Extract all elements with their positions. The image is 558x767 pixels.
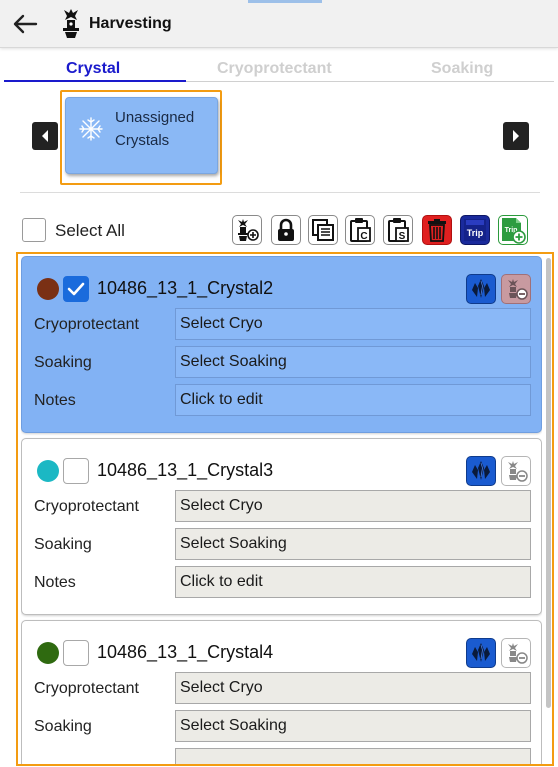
soaking-label: Soaking bbox=[34, 354, 92, 371]
crystal-color-dot bbox=[37, 460, 59, 482]
app-header: Harvesting bbox=[0, 0, 558, 48]
puck-label-line2: Crystals bbox=[115, 132, 170, 149]
svg-text:S: S bbox=[399, 231, 406, 242]
add-harvest-button[interactable] bbox=[232, 215, 262, 245]
tab-cryoprotectant[interactable]: Cryoprotectant bbox=[217, 60, 332, 78]
add-trip-icon: Trip bbox=[502, 218, 526, 244]
clipboard-c-icon: C bbox=[350, 218, 371, 242]
tab-divider bbox=[186, 81, 554, 82]
copy-stack-icon bbox=[312, 219, 334, 241]
crystal-cluster-icon bbox=[472, 461, 490, 480]
caret-right-icon bbox=[513, 130, 519, 142]
unassign-harvest-icon bbox=[508, 643, 528, 664]
harvest-tool-icon bbox=[58, 8, 84, 40]
crystal-checkbox[interactable] bbox=[63, 458, 89, 484]
crystal-name: 10486_13_1_Crystal2 bbox=[97, 278, 274, 298]
trip-button[interactable]: Trip bbox=[460, 215, 490, 245]
cryoprotectant-select[interactable]: Select Cryo bbox=[175, 308, 531, 340]
lock-button[interactable] bbox=[271, 215, 301, 245]
cryoprotectant-label: Cryoprotectant bbox=[34, 316, 139, 333]
crystal-card[interactable]: 10486_13_1_Crystal4 Cryoprotectant Selec… bbox=[21, 620, 542, 764]
notes-field[interactable]: Click to edit bbox=[175, 384, 531, 416]
clipboard-s-button[interactable]: S bbox=[383, 215, 413, 245]
unassign-button[interactable] bbox=[501, 456, 531, 486]
soaking-select[interactable]: Select Soaking bbox=[175, 346, 531, 378]
cryoprotectant-select[interactable]: Select Cryo bbox=[175, 672, 531, 704]
trash-icon bbox=[428, 219, 446, 242]
trip-label: Trip bbox=[467, 228, 484, 238]
cryoprotectant-label: Cryoprotectant bbox=[34, 498, 139, 515]
back-button[interactable] bbox=[10, 10, 40, 38]
clipboard-s-icon: S bbox=[388, 218, 409, 242]
crystal-name: 10486_13_1_Crystal3 bbox=[97, 460, 274, 480]
crystal-cluster-icon bbox=[472, 279, 490, 298]
snowflake-icon bbox=[79, 117, 103, 141]
list-scrollbar[interactable] bbox=[546, 258, 551, 708]
notes-label: Notes bbox=[34, 574, 76, 591]
crystal-checkbox[interactable] bbox=[63, 276, 89, 302]
puck-label: Unassigned Crystals bbox=[115, 106, 215, 152]
arrow-left-icon bbox=[13, 14, 38, 34]
notes-field[interactable]: Click to edit bbox=[175, 566, 531, 598]
delete-button[interactable] bbox=[422, 215, 452, 245]
page-title: Harvesting bbox=[89, 15, 172, 32]
soaking-label: Soaking bbox=[34, 718, 92, 735]
crystal-list: 10486_13_1_Crystal2 Cryoprotectant Selec… bbox=[21, 256, 542, 764]
tab-soaking[interactable]: Soaking bbox=[431, 60, 493, 78]
view-crystal-button[interactable] bbox=[466, 456, 496, 486]
active-tab-indicator bbox=[4, 80, 186, 82]
trip-icon: Trip bbox=[464, 219, 486, 241]
lock-icon bbox=[278, 218, 294, 241]
checkmark-icon bbox=[67, 282, 85, 296]
copy-stack-button[interactable] bbox=[308, 215, 338, 245]
notes-field[interactable] bbox=[175, 748, 531, 764]
soaking-select[interactable]: Select Soaking bbox=[175, 710, 531, 742]
notes-label: Notes bbox=[34, 392, 76, 409]
view-crystal-button[interactable] bbox=[466, 638, 496, 668]
crystal-name: 10486_13_1_Crystal4 bbox=[97, 642, 274, 662]
cryoprotectant-select[interactable]: Select Cryo bbox=[175, 490, 531, 522]
add-trip-button[interactable]: Trip bbox=[498, 215, 528, 245]
tab-crystal[interactable]: Crystal bbox=[66, 60, 120, 78]
caret-left-icon bbox=[42, 130, 48, 142]
select-all-label: Select All bbox=[55, 221, 125, 240]
header-accent bbox=[248, 0, 322, 3]
crystal-color-dot bbox=[37, 642, 59, 664]
add-harvest-icon bbox=[238, 219, 259, 241]
cryoprotectant-label: Cryoprotectant bbox=[34, 680, 139, 697]
svg-text:C: C bbox=[360, 231, 367, 242]
unassign-harvest-icon bbox=[508, 461, 528, 482]
select-all-checkbox[interactable] bbox=[22, 218, 46, 242]
crystal-checkbox[interactable] bbox=[63, 640, 89, 666]
clipboard-c-button[interactable]: C bbox=[345, 215, 375, 245]
previous-puck-button[interactable] bbox=[32, 122, 58, 150]
puck-label-line1: Unassigned bbox=[115, 109, 195, 126]
view-crystal-button[interactable] bbox=[466, 274, 496, 304]
unassign-harvest-icon bbox=[508, 279, 528, 300]
crystal-color-dot bbox=[37, 278, 59, 300]
soaking-select[interactable]: Select Soaking bbox=[175, 528, 531, 560]
unassign-button[interactable] bbox=[501, 274, 531, 304]
tab-bar: Crystal Cryoprotectant Soaking bbox=[0, 52, 558, 82]
puck-unassigned-crystals[interactable]: Unassigned Crystals bbox=[65, 97, 218, 174]
crystal-cluster-icon bbox=[472, 643, 490, 662]
crystal-card[interactable]: 10486_13_1_Crystal2 Cryoprotectant Selec… bbox=[21, 256, 542, 433]
section-divider bbox=[20, 192, 540, 193]
crystal-card[interactable]: 10486_13_1_Crystal3 Cryoprotectant Selec… bbox=[21, 438, 542, 615]
unassign-button[interactable] bbox=[501, 638, 531, 668]
soaking-label: Soaking bbox=[34, 536, 92, 553]
next-puck-button[interactable] bbox=[503, 122, 529, 150]
